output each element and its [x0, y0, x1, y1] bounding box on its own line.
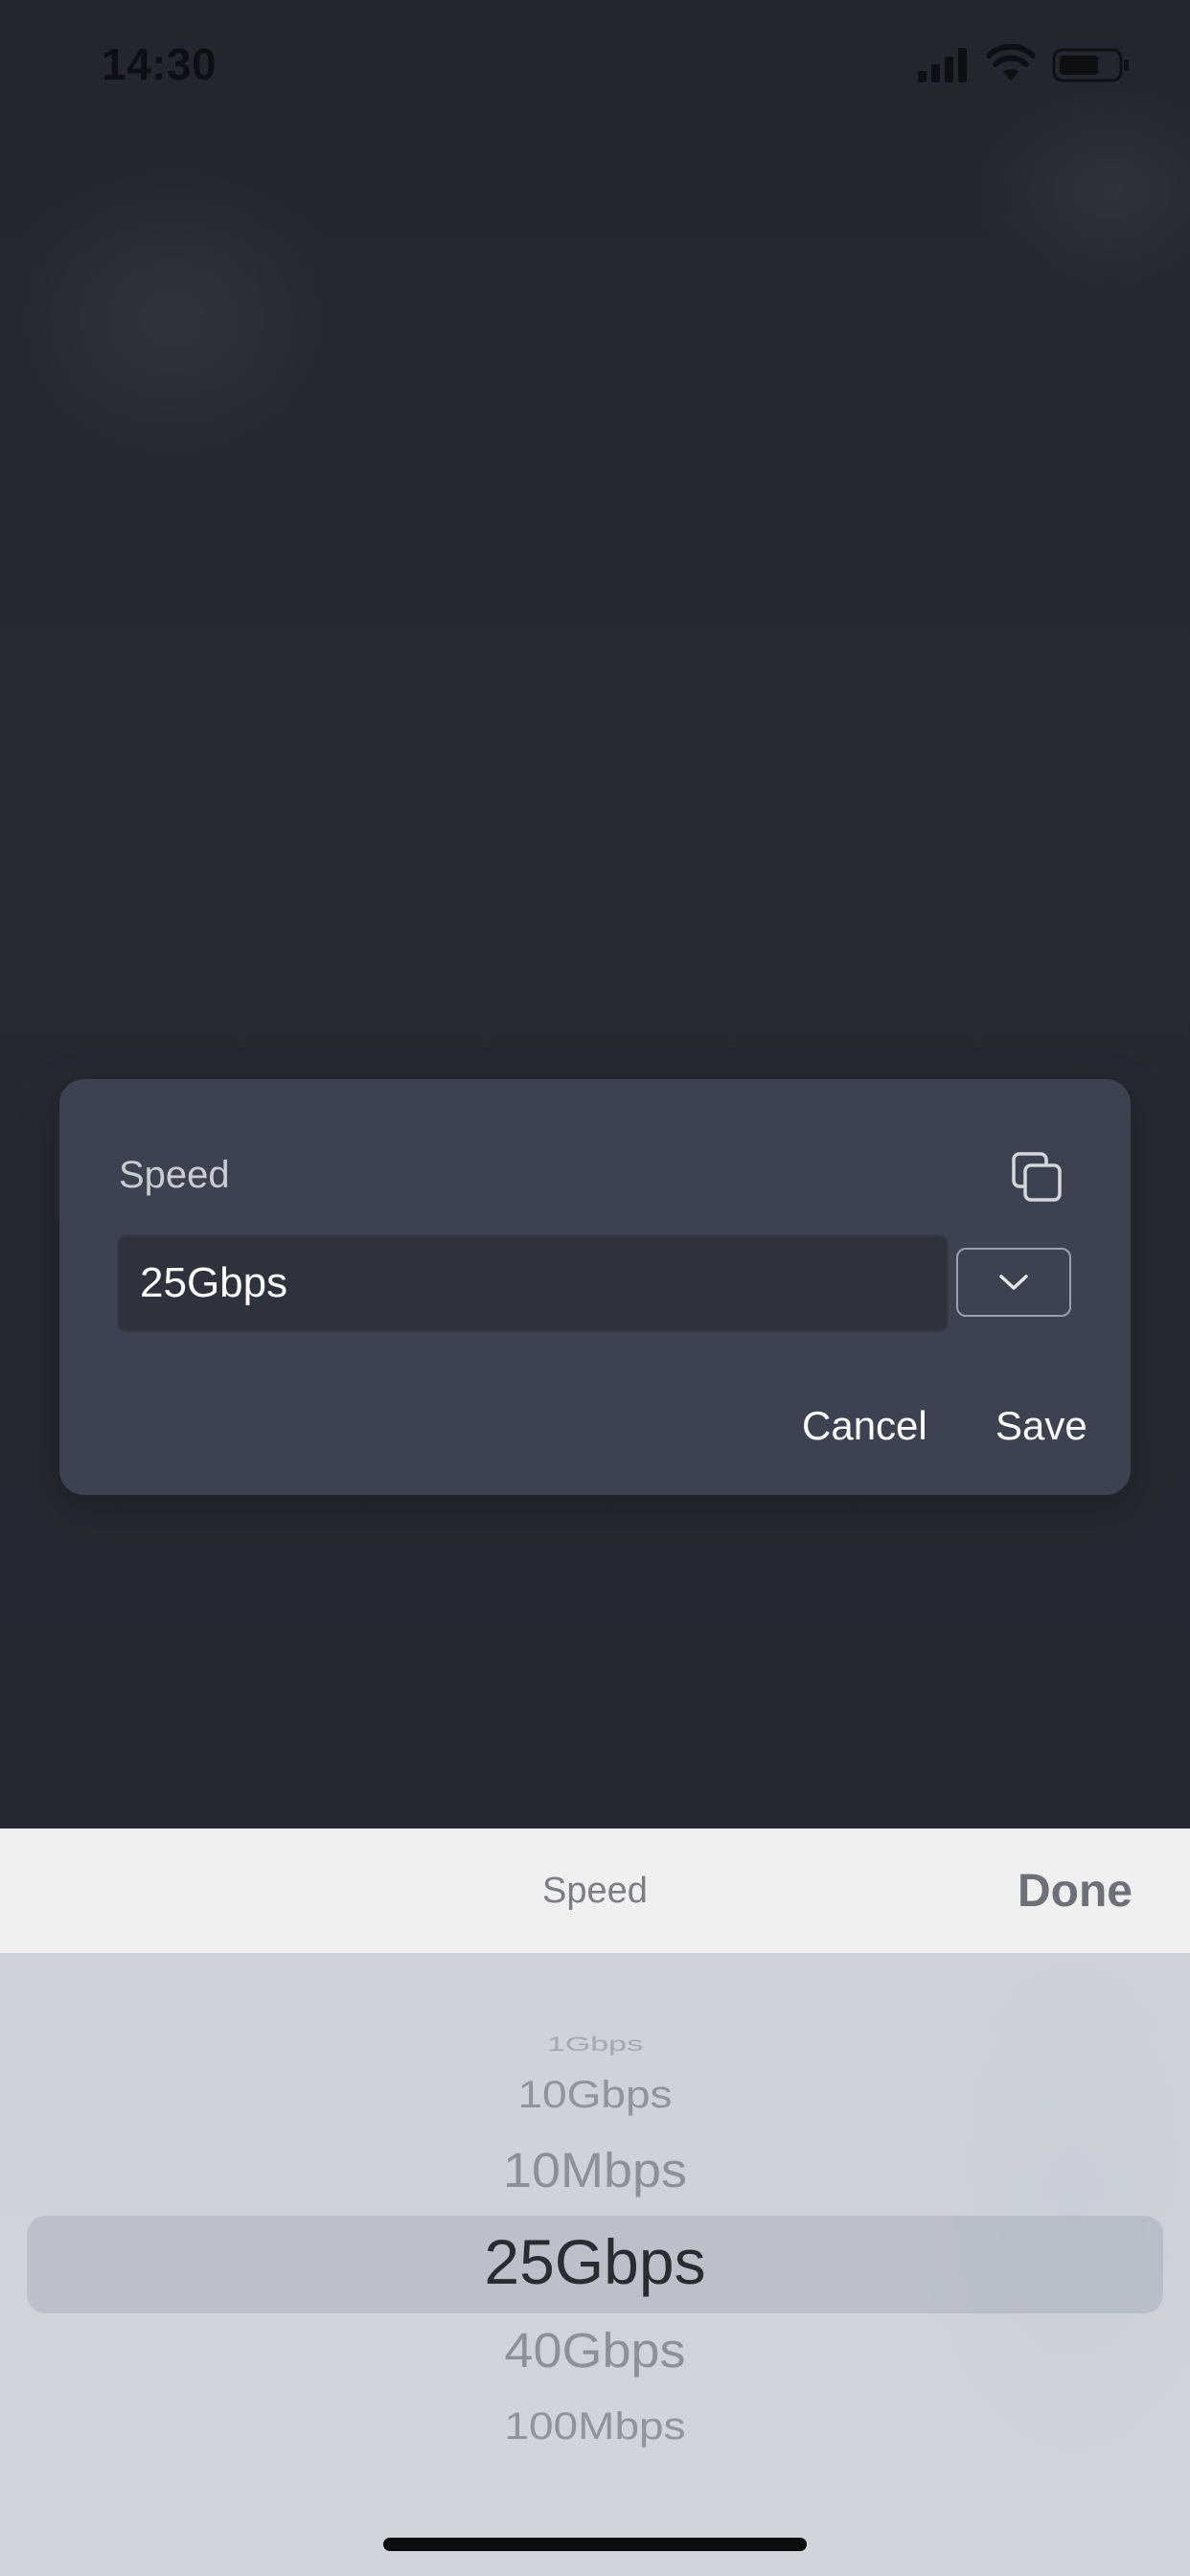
picker-option[interactable]: 10Mbps	[0, 2143, 1190, 2199]
battery-icon	[1052, 48, 1129, 82]
speed-edit-dialog: Speed Cancel Save	[59, 1079, 1131, 1495]
speed-picker-wheel[interactable]: 1Gbps 10Gbps 10Mbps 25Gbps 40Gbps 100Mbp…	[0, 1953, 1190, 2576]
picker-option[interactable]: 10Gbps	[0, 2072, 1190, 2116]
dropdown-toggle-button[interactable]	[956, 1248, 1071, 1317]
cancel-button[interactable]: Cancel	[802, 1403, 927, 1449]
save-button[interactable]: Save	[995, 1403, 1087, 1449]
dimmed-background	[0, 0, 1190, 1828]
home-indicator	[383, 2538, 807, 2551]
picker-title: Speed	[542, 1871, 648, 1911]
picker-toolbar: Speed Done	[0, 1828, 1190, 1953]
signal-icon	[918, 48, 967, 82]
status-time: 14:30	[102, 39, 217, 89]
speed-input[interactable]	[117, 1234, 949, 1332]
status-bar: 14:30	[0, 0, 1190, 134]
dialog-title: Speed	[119, 1154, 230, 1196]
done-button[interactable]: Done	[1018, 1865, 1133, 1918]
wifi-icon	[987, 44, 1035, 80]
picker-option[interactable]: 1Gbps	[0, 2033, 1190, 2056]
picker-option-selected[interactable]: 25Gbps	[0, 2225, 1190, 2298]
picker-option[interactable]: 100Mbps	[0, 2404, 1190, 2448]
picker-option[interactable]: 40Gbps	[0, 2323, 1190, 2380]
copy-icon[interactable]	[1008, 1148, 1065, 1206]
chevron-down-icon	[999, 1275, 1028, 1290]
